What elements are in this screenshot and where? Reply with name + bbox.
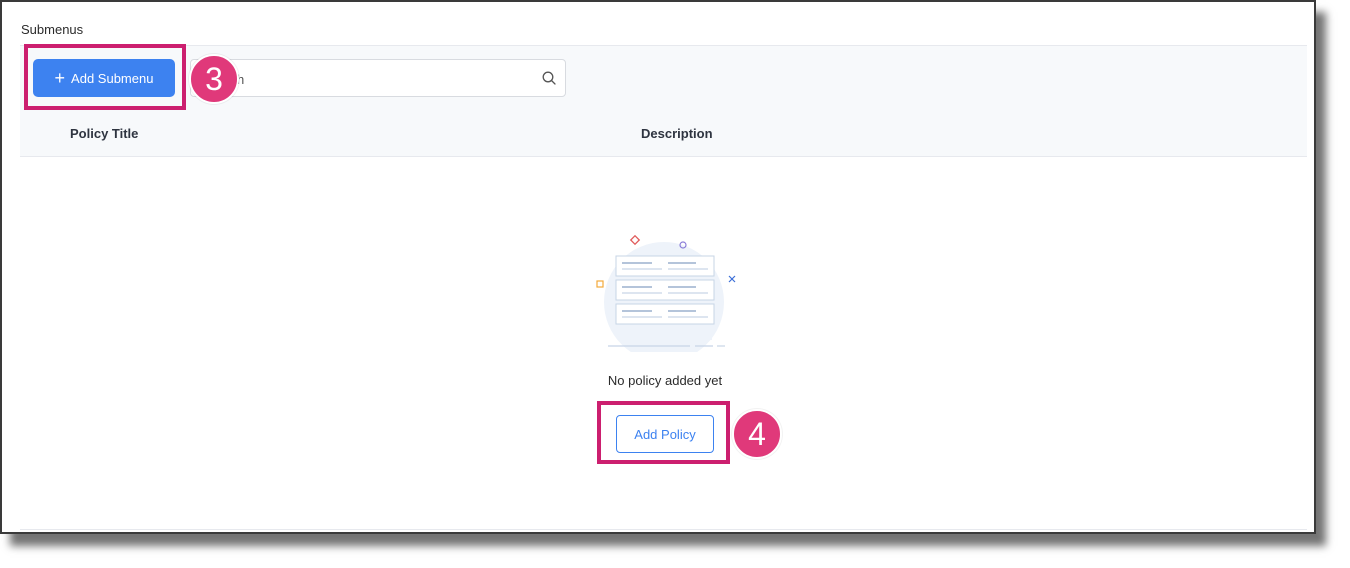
search-input[interactable] — [201, 68, 535, 90]
search-icon[interactable] — [541, 70, 557, 86]
section-title: Submenus — [21, 22, 84, 37]
column-header-policy-title[interactable]: Policy Title — [70, 126, 138, 141]
highlight-box-add-policy — [597, 401, 730, 464]
divider — [20, 529, 1307, 530]
step-badge-4: 4 — [732, 409, 782, 459]
step-badge-3: 3 — [189, 54, 239, 104]
empty-state-message: No policy added yet — [607, 373, 723, 388]
column-header-description[interactable]: Description — [641, 126, 713, 141]
search-box[interactable] — [190, 59, 566, 97]
table-header: Policy Title Description — [20, 112, 1307, 157]
highlight-box-add-submenu — [24, 44, 186, 110]
empty-state-illustration — [596, 234, 736, 352]
